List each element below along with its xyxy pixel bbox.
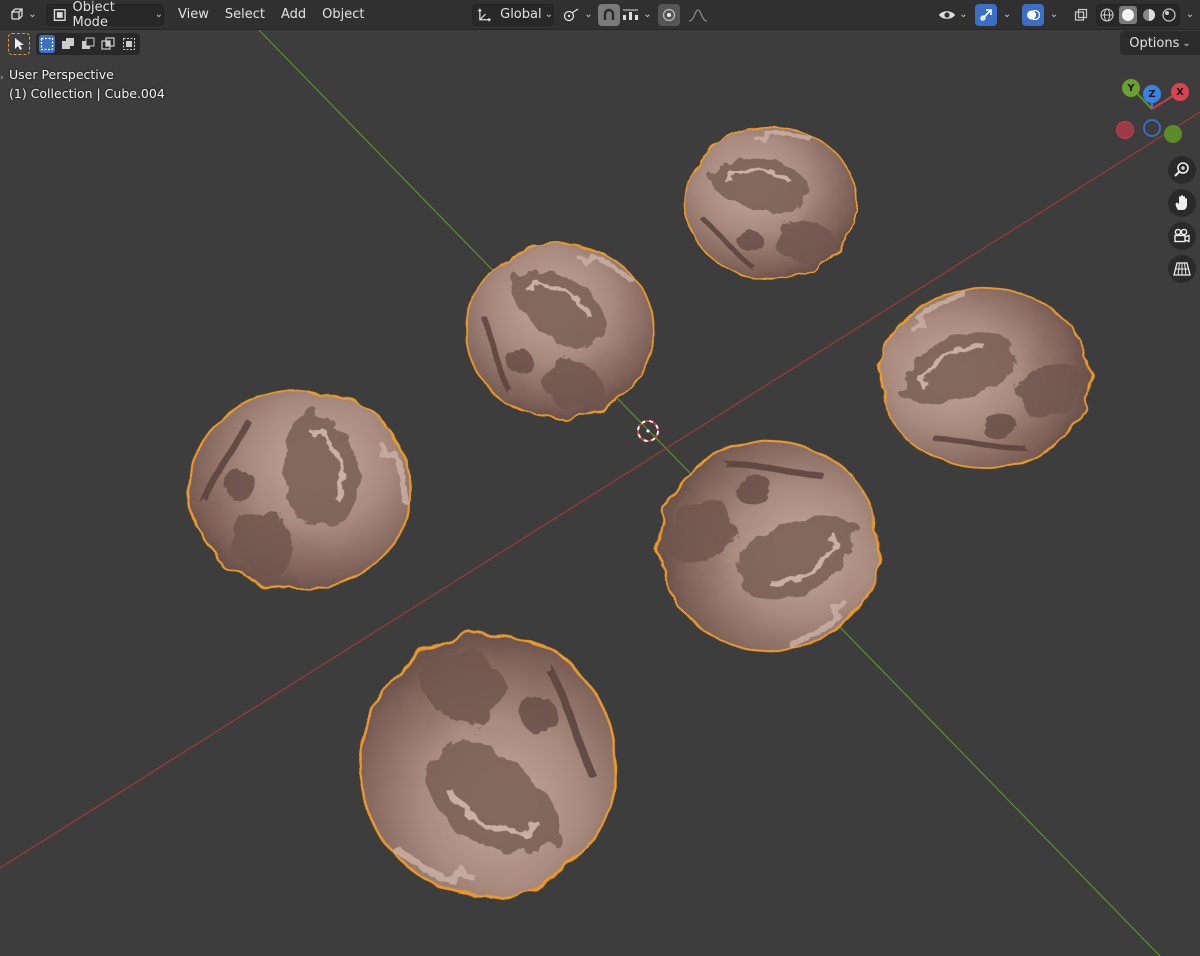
select-invert-icon [101, 37, 116, 50]
active-tool-button[interactable] [8, 33, 30, 55]
select-intersect-button[interactable] [121, 35, 137, 53]
chevron-down-icon: ⌄ [584, 9, 593, 20]
chevron-down-icon: ⌄ [1049, 9, 1059, 20]
camera-icon [1174, 228, 1190, 243]
editor-type-button[interactable]: ⌄ [6, 4, 40, 26]
gizmo-axis-y[interactable]: Y [1122, 79, 1140, 97]
zoom-icon [1174, 162, 1189, 177]
view3d-icon [11, 7, 23, 20]
rock-object[interactable] [685, 127, 857, 279]
gizmo-axis-neg-x[interactable] [1116, 121, 1134, 139]
chevron-down-icon: ⌄ [1182, 37, 1191, 49]
orientation-dropdown[interactable]: Global ⌄ [472, 3, 554, 26]
snap-increment-icon [623, 9, 639, 20]
3d-cursor[interactable] [637, 420, 659, 442]
solid-shading-icon [1122, 8, 1135, 21]
chevron-down-icon: ⌄ [1185, 9, 1195, 20]
chevron-down-icon: ⌄ [28, 9, 37, 20]
shading-mode-group [1096, 3, 1180, 26]
solid-shading-button[interactable] [1118, 5, 1138, 24]
menu-view[interactable]: View [170, 7, 217, 22]
falloff-curve-icon [688, 8, 708, 22]
grid-ortho-icon [1173, 262, 1191, 276]
chevron-down-icon: ⌄ [959, 9, 968, 20]
rock-object[interactable] [837, 251, 1133, 505]
snap-toggle[interactable] [598, 3, 620, 26]
shading-dropdown[interactable]: ⌄ [1182, 4, 1198, 26]
rock-object[interactable] [324, 597, 652, 933]
select-new-icon [41, 37, 54, 51]
select-extend-icon [61, 38, 74, 49]
pivot-transform-icon [564, 7, 579, 21]
viewport-header: ⌄ Object Mode ⌄ View Select Add Object G… [0, 0, 1200, 30]
orientation-label: Global [500, 7, 542, 22]
gizmo-axis-neg-z[interactable] [1143, 119, 1161, 137]
pan-button[interactable] [1168, 189, 1196, 217]
hand-pan-icon [1175, 195, 1187, 210]
view-name: User Perspective [9, 67, 114, 82]
mode-dropdown[interactable]: Object Mode ⌄ [46, 0, 164, 30]
wireframe-shading-button[interactable] [1099, 6, 1116, 24]
transform-orientation-icon [477, 7, 492, 22]
chevron-down-icon: ⌄ [1002, 9, 1012, 20]
visibility-dropdown[interactable]: ⌄ [936, 4, 970, 26]
snap-target-dropdown[interactable]: ⌄ [620, 4, 654, 26]
chevron-down-icon: ⌄ [154, 9, 163, 20]
proportional-edit-icon [662, 8, 676, 21]
expand-caret-icon[interactable]: › [0, 73, 4, 83]
menu-object[interactable]: Object [314, 7, 372, 22]
falloff-dropdown[interactable] [684, 4, 712, 26]
overlay-dropdown[interactable]: ⌄ [1045, 4, 1063, 26]
select-intersect-icon [122, 38, 135, 50]
collection-info: (1) Collection | Cube.004 [9, 86, 165, 101]
wireframe-shading-icon [1100, 7, 1114, 22]
mode-label: Object Mode [72, 0, 115, 30]
select-new-button[interactable] [38, 35, 56, 53]
menu-select[interactable]: Select [217, 7, 273, 22]
gizmo-arrow-icon [980, 8, 992, 21]
tool-settings-row [8, 32, 140, 56]
menu-add[interactable]: Add [273, 7, 314, 22]
magnet-icon [603, 8, 615, 20]
chevron-down-icon: ⌄ [544, 9, 553, 20]
viewport-canvas[interactable] [0, 0, 1200, 956]
rendered-shading-icon [1162, 7, 1176, 22]
gizmo-toggle[interactable] [975, 3, 997, 26]
gizmo-axis-x[interactable]: X [1171, 83, 1189, 101]
material-shading-button[interactable] [1140, 6, 1157, 24]
camera-view-button[interactable] [1168, 222, 1196, 250]
3d-viewport[interactable] [0, 0, 1200, 956]
gizmo-axis-z[interactable]: Z [1143, 85, 1161, 103]
xray-icon [1074, 8, 1088, 21]
overlay-circles-icon [1027, 9, 1040, 20]
zoom-button[interactable] [1168, 156, 1196, 184]
chevron-down-icon: ⌄ [643, 9, 652, 20]
proportional-edit-toggle[interactable] [658, 3, 680, 26]
select-cursor-icon [15, 38, 24, 50]
ortho-toggle-button[interactable] [1168, 255, 1196, 283]
options-dropdown[interactable]: Options ⌄ [1120, 31, 1200, 55]
rock-object[interactable] [158, 362, 443, 618]
gizmo-dropdown[interactable]: ⌄ [998, 4, 1016, 26]
select-invert-button[interactable] [100, 35, 116, 53]
pivot-point-dropdown[interactable]: ⌄ [562, 4, 594, 26]
select-extend-button[interactable] [59, 35, 75, 53]
gizmo-axis-neg-y[interactable] [1164, 125, 1182, 143]
select-mode-group [36, 33, 140, 55]
header-menus: View Select Add Object [170, 7, 372, 22]
material-shading-icon [1142, 8, 1155, 21]
xray-toggle[interactable] [1070, 4, 1092, 26]
rendered-shading-button[interactable] [1160, 6, 1177, 24]
options-label: Options [1129, 35, 1180, 51]
overlay-toggle[interactable] [1022, 3, 1044, 26]
select-subtract-icon [82, 37, 95, 49]
eye-icon [939, 10, 956, 19]
select-subtract-button[interactable] [80, 35, 96, 53]
object-mode-icon [53, 8, 66, 21]
